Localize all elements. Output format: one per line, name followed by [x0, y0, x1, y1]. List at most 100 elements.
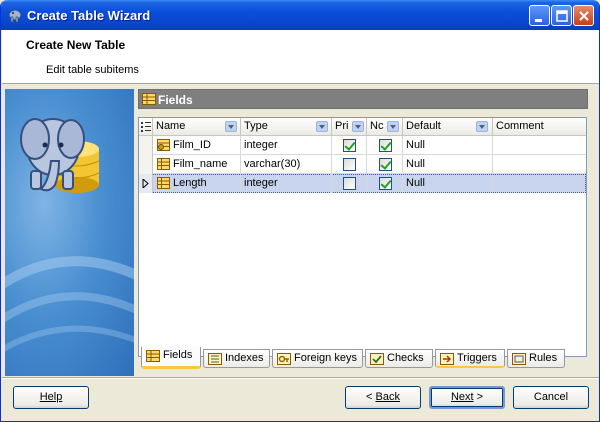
column-header-default[interactable]: Default	[403, 118, 493, 136]
row-indicator[interactable]	[139, 155, 153, 174]
row-indicator[interactable]	[139, 136, 153, 155]
column-header-label: Comment	[496, 120, 544, 132]
help-button[interactable]: Help	[13, 386, 89, 409]
help-label: Help	[39, 391, 63, 403]
back-button[interactable]: < Back	[345, 386, 421, 409]
filter-dropdown-icon[interactable]	[225, 121, 237, 132]
cancel-label: Cancel	[533, 391, 569, 403]
tab-checks[interactable]: Checks	[365, 349, 433, 368]
table-row[interactable]: Film_ID integer Null	[139, 136, 586, 155]
tab-triggers[interactable]: Triggers	[435, 349, 505, 368]
cell-primary[interactable]	[332, 136, 367, 155]
panel-title: Fields	[158, 93, 193, 107]
field-default: Null	[406, 139, 425, 151]
back-arrow: <	[366, 391, 376, 403]
footer-divider	[2, 377, 599, 379]
field-default: Null	[406, 177, 425, 189]
cell-primary[interactable]	[332, 155, 367, 174]
close-button[interactable]	[573, 5, 594, 26]
close-icon	[579, 11, 589, 21]
title-bar[interactable]: Create Table Wizard	[1, 0, 599, 30]
tab-label: Foreign keys	[294, 352, 357, 364]
current-row-arrow-icon	[142, 179, 149, 188]
column-header-comment[interactable]: Comment	[493, 118, 586, 136]
table-row-selected[interactable]: Length integer Null	[139, 174, 586, 193]
wizard-header: Create New Table Edit table subitems	[2, 30, 599, 84]
triggers-icon	[440, 353, 454, 365]
page-subtitle: Edit table subitems	[46, 64, 139, 76]
field-icon	[157, 158, 170, 170]
table-row[interactable]: Film_name varchar(30) Null	[139, 155, 586, 174]
wizard-side-image	[5, 89, 134, 376]
cell-name[interactable]: Film_name	[153, 155, 241, 174]
next-button[interactable]: Next >	[429, 386, 505, 409]
tab-foreign-keys[interactable]: Foreign keys	[272, 349, 363, 368]
wizard-window: Create Table Wizard Create New Table Edi…	[0, 0, 600, 422]
not-null-checkbox[interactable]	[379, 158, 392, 171]
cell-type[interactable]: varchar(30)	[241, 155, 332, 174]
minimize-icon	[535, 19, 542, 22]
page-title: Create New Table	[26, 38, 126, 52]
cell-type[interactable]: integer	[241, 136, 332, 155]
fields-icon	[146, 350, 160, 362]
cell-default[interactable]: Null	[403, 174, 493, 193]
cell-default[interactable]: Null	[403, 136, 493, 155]
indexes-icon	[208, 353, 222, 365]
cell-name[interactable]: Length	[153, 174, 241, 193]
field-name: Film_ID	[173, 139, 211, 151]
elephant-database-illustration	[5, 118, 134, 352]
next-arrow: >	[473, 391, 484, 403]
window-title: Create Table Wizard	[27, 8, 151, 23]
filter-dropdown-icon[interactable]	[476, 121, 488, 132]
column-header-label: Nc	[370, 120, 384, 132]
cell-not-null[interactable]	[367, 174, 403, 193]
field-type: integer	[244, 177, 278, 189]
back-label: Back	[375, 391, 400, 403]
cell-not-null[interactable]	[367, 155, 403, 174]
column-header-type[interactable]: Type	[241, 118, 332, 136]
primary-checkbox[interactable]	[343, 139, 356, 152]
tab-label: Fields	[163, 349, 193, 361]
cell-comment[interactable]	[493, 136, 586, 155]
column-header-primary[interactable]: Pri	[332, 118, 367, 136]
column-header-label: Type	[244, 120, 268, 132]
tab-label: Triggers	[457, 352, 497, 364]
fields-grid[interactable]: Name Type Pri Nc Default Comment Film_ID…	[138, 117, 587, 357]
column-header-label: Default	[406, 120, 441, 132]
maximize-button[interactable]	[551, 5, 572, 26]
tab-indexes[interactable]: Indexes	[203, 349, 270, 368]
field-name: Length	[173, 177, 207, 189]
next-label: Next	[450, 391, 474, 403]
field-type: varchar(30)	[244, 158, 301, 170]
field-name: Film_name	[173, 158, 228, 170]
cancel-button[interactable]: Cancel	[513, 386, 589, 409]
filter-dropdown-icon[interactable]	[387, 121, 399, 132]
rules-icon	[512, 353, 526, 365]
cell-default[interactable]: Null	[403, 155, 493, 174]
minimize-button[interactable]	[529, 5, 550, 26]
panel-header: Fields	[138, 89, 588, 109]
cell-not-null[interactable]	[367, 136, 403, 155]
primary-checkbox[interactable]	[343, 177, 356, 190]
tab-label: Indexes	[225, 352, 264, 364]
filter-dropdown-icon[interactable]	[352, 121, 364, 132]
cell-comment[interactable]	[493, 174, 586, 193]
primary-checkbox[interactable]	[343, 158, 356, 171]
filter-dropdown-icon[interactable]	[316, 121, 328, 132]
field-icon	[157, 177, 170, 189]
column-header-label: Pri	[335, 120, 349, 132]
tab-rules[interactable]: Rules	[507, 349, 565, 368]
tab-fields[interactable]: Fields	[141, 347, 201, 369]
row-indicator[interactable]	[139, 174, 153, 193]
column-header-not-null[interactable]: Nc	[367, 118, 403, 136]
not-null-checkbox[interactable]	[379, 177, 392, 190]
column-chooser[interactable]	[139, 118, 153, 136]
cell-type[interactable]: integer	[241, 174, 332, 193]
cell-comment[interactable]	[493, 155, 586, 174]
not-null-checkbox[interactable]	[379, 139, 392, 152]
cell-name[interactable]: Film_ID	[153, 136, 241, 155]
column-header-name[interactable]: Name	[153, 118, 241, 136]
cell-primary[interactable]	[332, 174, 367, 193]
tab-label: Rules	[529, 352, 558, 364]
foreign-keys-icon	[277, 353, 291, 365]
